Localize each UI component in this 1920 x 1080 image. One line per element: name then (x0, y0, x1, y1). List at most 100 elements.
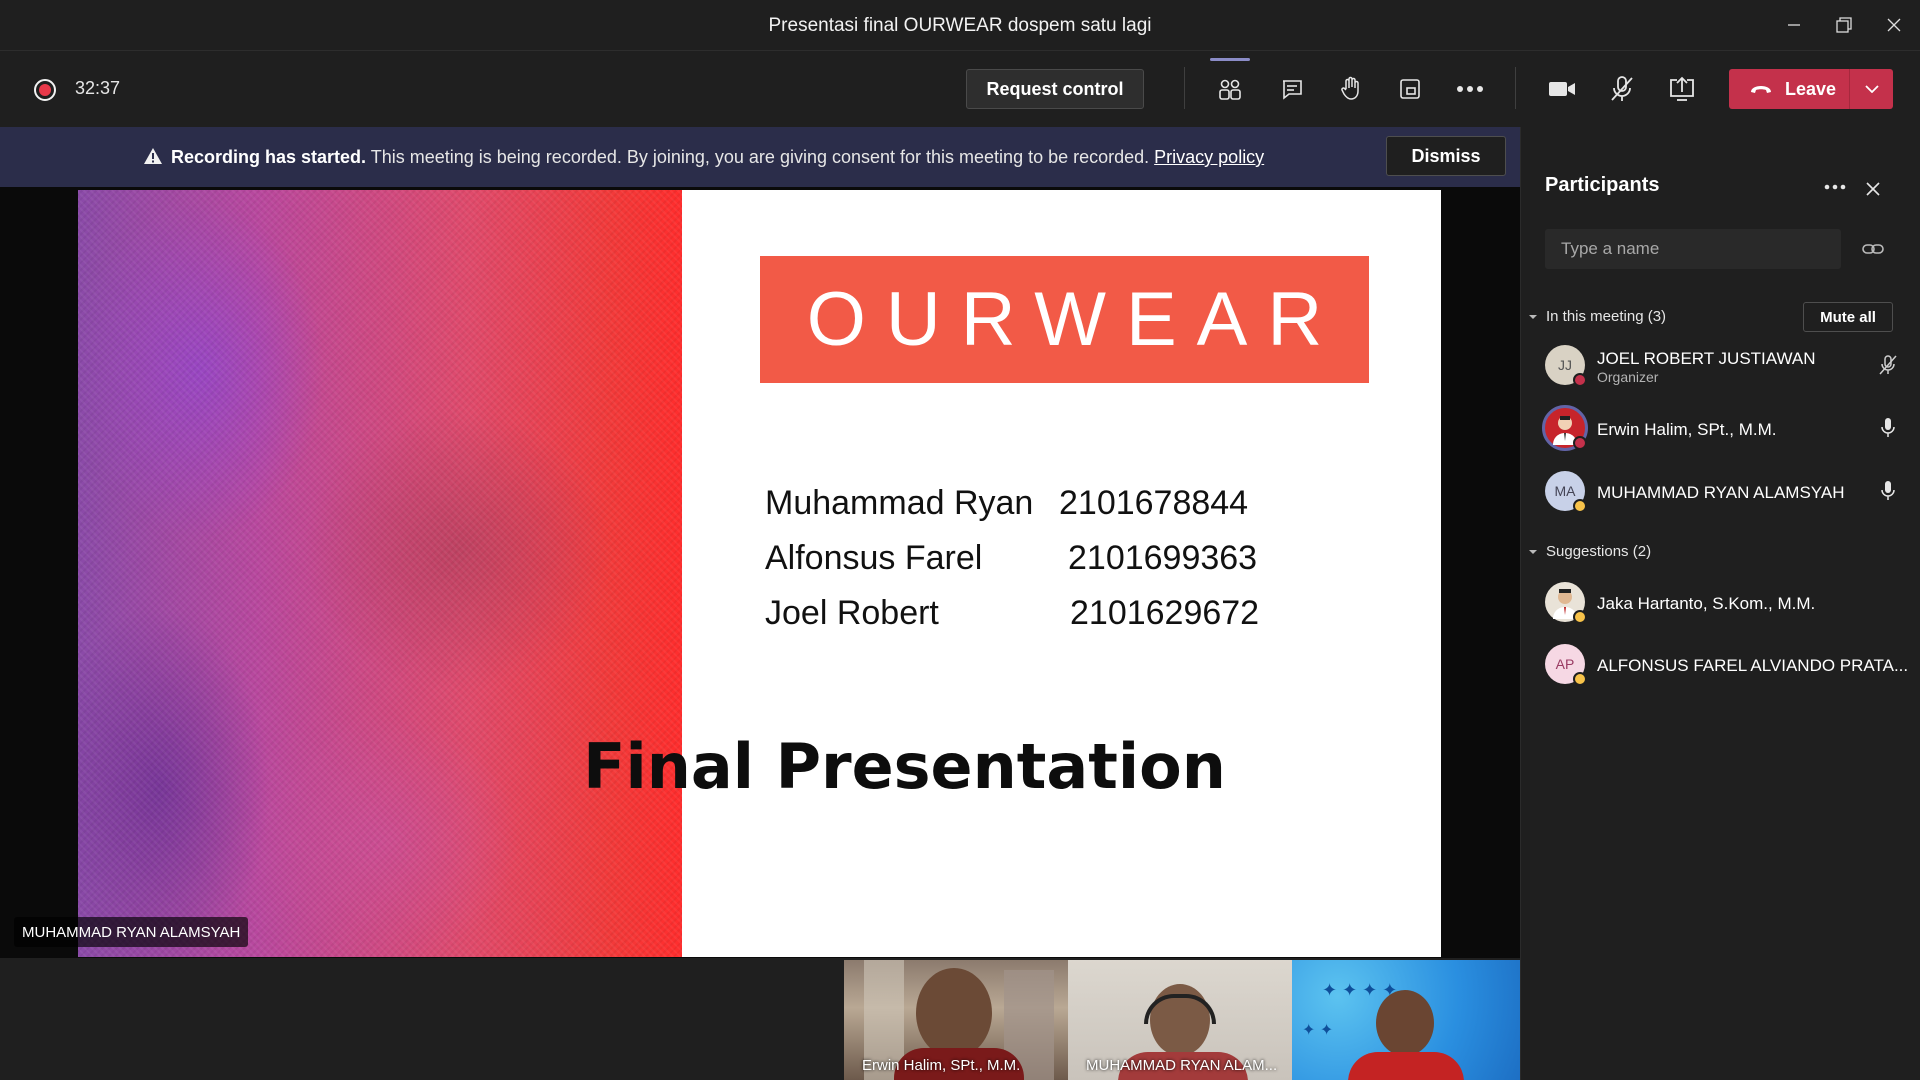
recording-banner: Recording has started. This meeting is b… (0, 127, 1520, 187)
participants-button[interactable] (1210, 71, 1250, 107)
presentation-slide: OURWEAR Muhammad Ryan 2101678844 Alfonsu… (78, 190, 1441, 957)
participants-icon (1219, 79, 1241, 100)
chevron-down-icon (1529, 549, 1537, 554)
participant-face (916, 968, 992, 1058)
star-decoration-icon: ✦ ✦ (1302, 1022, 1334, 1039)
participant-row[interactable]: Erwin Halim, SPt., M.M. (1540, 402, 1910, 458)
restore-button[interactable] (1824, 10, 1864, 40)
participant-name: ALFONSUS FAREL ALVIANDO PRATA... (1597, 656, 1909, 675)
leave-button-group: Leave (1729, 69, 1893, 109)
suggested-participant-row[interactable]: AP ALFONSUS FAREL ALVIANDO PRATA... (1540, 638, 1910, 694)
panel-close-button[interactable] (1860, 176, 1886, 202)
camera-button[interactable] (1542, 71, 1582, 107)
busy-status-icon (1573, 436, 1587, 450)
video-tile-label: Erwin Halim, SPt., M.M. (862, 1057, 1021, 1074)
chevron-down-icon (1864, 85, 1879, 93)
member-id: 2101629672 (1070, 594, 1260, 632)
video-tile[interactable]: ✦ ✦ ✦ ✦ ✦ ✦ (1292, 960, 1520, 1080)
participant-name: Jaka Hartanto, S.Kom., M.M. (1597, 594, 1816, 613)
participants-active-indicator (1210, 58, 1250, 61)
participant-shirt (1348, 1052, 1464, 1080)
toolbar-divider (1184, 67, 1185, 109)
participant-mic-status (1876, 416, 1900, 440)
meeting-toolbar: 32:37 Request control Leave (0, 51, 1920, 127)
hang-up-icon (1751, 86, 1771, 93)
close-window-button[interactable] (1874, 10, 1914, 40)
banner-bold-text: Recording has started. (171, 147, 367, 167)
raise-hand-button[interactable] (1331, 71, 1371, 107)
participant-face (1376, 990, 1434, 1056)
share-button[interactable] (1662, 71, 1702, 107)
minimize-icon (1788, 24, 1800, 26)
member-name: Joel Robert (765, 594, 939, 632)
minimize-button[interactable] (1774, 10, 1814, 40)
participant-mic-status (1876, 353, 1900, 377)
mic-off-icon (1611, 76, 1633, 101)
warning-icon (144, 148, 162, 164)
away-status-icon (1573, 499, 1587, 513)
share-invite-button[interactable] (1860, 236, 1886, 262)
in-meeting-label: In this meeting (3) (1546, 308, 1667, 325)
leave-label: Leave (1785, 78, 1837, 99)
banner-text: This meeting is being recorded. By joini… (366, 147, 1155, 167)
suggestions-label: Suggestions (2) (1546, 543, 1652, 560)
participant-role: Organizer (1597, 369, 1659, 385)
video-tile-label: MUHAMMAD RYAN ALAM... (1086, 1057, 1278, 1074)
chat-button[interactable] (1272, 71, 1312, 107)
privacy-policy-link[interactable]: Privacy policy (1154, 147, 1264, 167)
ourwear-logo: OURWEAR (760, 256, 1369, 383)
dismiss-button[interactable]: Dismiss (1386, 136, 1506, 176)
rooms-button[interactable] (1390, 71, 1430, 107)
participant-search-input[interactable] (1545, 229, 1841, 269)
microphone-button[interactable] (1602, 71, 1642, 107)
mute-all-button[interactable]: Mute all (1803, 302, 1893, 332)
participant-name: MUHAMMAD RYAN ALAMSYAH (1597, 483, 1845, 502)
more-icon (1824, 184, 1846, 190)
slide-title: Final Presentation (583, 730, 1226, 803)
video-tile[interactable]: Erwin Halim, SPt., M.M. (844, 960, 1068, 1080)
panel-title: Participants (1545, 174, 1660, 196)
suggestions-section-toggle[interactable]: Suggestions (2) (1528, 543, 1651, 560)
suggested-participant-row[interactable]: Jaka Hartanto, S.Kom., M.M. (1540, 576, 1910, 632)
participant-row[interactable]: MA MUHAMMAD RYAN ALAMSYAH (1540, 465, 1910, 521)
raise-hand-icon (1341, 76, 1359, 100)
toolbar-divider (1515, 67, 1516, 109)
member-id: 2101699363 (1068, 539, 1258, 577)
participant-name: JOEL ROBERT JUSTIAWAN (1597, 349, 1816, 368)
meeting-timer: 32:37 (75, 78, 121, 98)
chevron-down-icon (1529, 314, 1537, 319)
participant-name: Erwin Halim, SPt., M.M. (1597, 420, 1777, 439)
panel-more-button[interactable] (1820, 174, 1850, 200)
mic-icon (1881, 481, 1895, 500)
more-icon (1457, 86, 1483, 92)
participant-mic-status (1876, 479, 1900, 503)
banner-message: Recording has started. This meeting is b… (143, 147, 1264, 168)
restore-icon (1836, 17, 1852, 33)
mic-off-icon (1879, 355, 1897, 375)
logo-text: OURWEAR (806, 277, 1343, 362)
in-meeting-section-toggle[interactable]: In this meeting (3) (1528, 308, 1666, 325)
away-status-icon (1573, 672, 1587, 686)
more-actions-button[interactable] (1450, 71, 1490, 107)
title-bar: Presentasi final OURWEAR dospem satu lag… (0, 0, 1920, 51)
chat-icon (1283, 80, 1302, 100)
video-tile[interactable]: MUHAMMAD RYAN ALAM... (1068, 960, 1292, 1080)
request-control-button[interactable]: Request control (966, 69, 1144, 109)
mic-icon (1881, 418, 1895, 437)
close-icon (1887, 18, 1901, 32)
leave-button[interactable]: Leave (1729, 69, 1849, 109)
window-title: Presentasi final OURWEAR dospem satu lag… (768, 15, 1152, 36)
leave-options-button[interactable] (1850, 69, 1893, 109)
close-icon (1866, 182, 1880, 196)
slide-painting-image (78, 190, 682, 957)
link-icon (1862, 244, 1884, 254)
share-icon (1670, 76, 1694, 101)
recording-indicator-icon (34, 79, 56, 101)
member-id: 2101678844 (1059, 484, 1249, 522)
member-name: Muhammad Ryan (765, 484, 1034, 522)
camera-icon (1549, 82, 1575, 96)
rooms-icon (1400, 79, 1420, 99)
away-status-icon (1573, 610, 1587, 624)
member-name: Alfonsus Farel (765, 539, 983, 577)
participant-row[interactable]: JJ JOEL ROBERT JUSTIAWAN Organizer (1540, 339, 1910, 395)
